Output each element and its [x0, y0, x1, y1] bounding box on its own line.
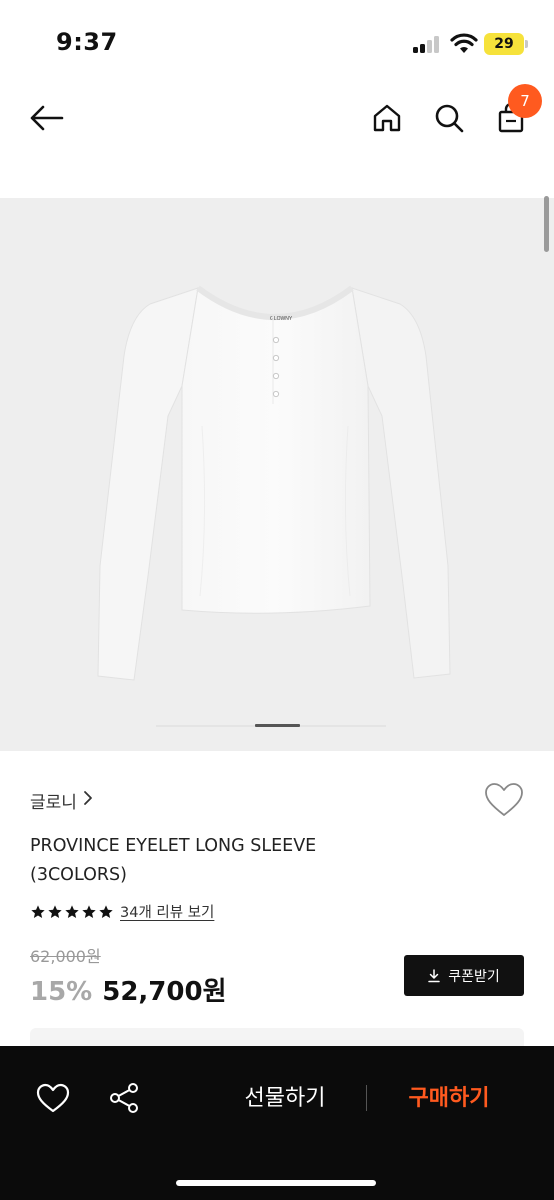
brand-name: 글로니 — [30, 793, 77, 813]
star-icon — [82, 904, 96, 918]
wifi-icon — [450, 32, 478, 54]
gift-button[interactable]: 선물하기 — [222, 1080, 348, 1118]
cellular-signal-icon — [413, 36, 441, 53]
discount-rate: 15% — [30, 977, 93, 1007]
star-icon — [65, 904, 79, 918]
cart-count-badge: 7 — [508, 84, 542, 118]
star-icon — [99, 904, 113, 918]
review-link[interactable]: 34개 리뷰 보기 — [120, 901, 214, 922]
star-icon — [31, 904, 45, 918]
top-nav — [0, 80, 554, 160]
wishlist-button[interactable] — [484, 782, 524, 820]
product-photo: GLOWNY — [97, 285, 451, 681]
sale-price: 52,700원 — [102, 977, 227, 1007]
product-image-gallery[interactable]: GLOWNY — [0, 198, 554, 751]
status-bar: 9:37 29 — [0, 0, 554, 80]
battery-icon: 29 — [484, 33, 524, 55]
bottom-divider — [366, 1085, 367, 1111]
star-rating — [30, 904, 114, 920]
bottom-action-bar — [0, 1046, 554, 1200]
home-indicator — [176, 1180, 376, 1186]
back-arrow-icon[interactable] — [28, 100, 64, 136]
share-icon[interactable] — [104, 1078, 144, 1118]
brand-link[interactable]: 글로니 — [30, 788, 93, 813]
battery-cap — [525, 40, 528, 48]
product-title: PROVINCE EYELET LONG SLEEVE (3COLORS) — [30, 836, 317, 885]
download-icon — [428, 968, 440, 982]
chevron-right-icon — [83, 790, 93, 811]
image-pager — [156, 724, 386, 728]
price-row: 15% 52,700원 — [30, 971, 227, 1008]
home-icon[interactable] — [369, 100, 405, 136]
scrollbar-thumb[interactable] — [544, 196, 549, 252]
heart-icon — [485, 783, 523, 816]
coupon-label: 쿠폰받기 — [448, 968, 500, 985]
coupon-button[interactable]: 쿠폰받기 — [404, 955, 524, 996]
search-icon[interactable] — [431, 100, 467, 136]
buy-button[interactable]: 구매하기 — [386, 1080, 512, 1118]
star-icon — [48, 904, 62, 918]
rating-row: 34개 리뷰 보기 — [30, 901, 214, 922]
original-price: 62,000원 — [30, 947, 101, 966]
wishlist-heart-icon[interactable] — [33, 1078, 73, 1118]
pager-active-indicator — [255, 724, 300, 727]
status-time: 9:37 — [56, 28, 118, 56]
